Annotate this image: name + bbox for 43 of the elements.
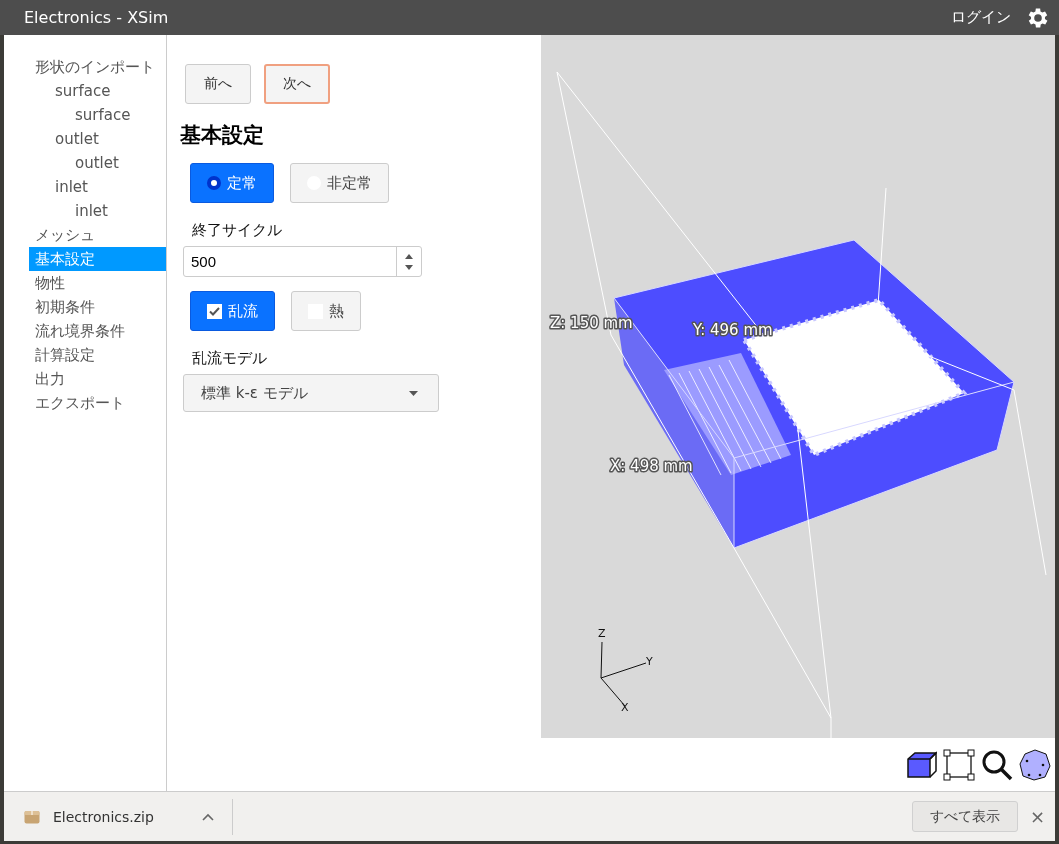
dimension-label: Z: 150 mm xyxy=(550,314,633,332)
nav-item[interactable]: 物性 xyxy=(29,271,166,295)
checkbox-button[interactable]: 乱流 xyxy=(190,291,275,331)
model-dropdown[interactable]: 標準 k-ε モデル xyxy=(183,374,439,412)
dimension-label: Y: 496 mm xyxy=(693,321,773,339)
nav-item[interactable]: surface xyxy=(29,79,166,103)
nav-item[interactable]: 形状のインポート xyxy=(29,55,166,79)
number-field[interactable]: 500 xyxy=(183,246,422,277)
nav-item[interactable]: エクスポート xyxy=(29,391,166,415)
check-icon xyxy=(209,306,220,316)
nav-item[interactable]: 流れ境界条件 xyxy=(29,319,166,343)
section-heading: 基本設定 xyxy=(180,122,265,149)
search-icon[interactable] xyxy=(981,748,1013,781)
download-file-name[interactable]: Electronics.zip xyxy=(53,808,202,825)
step-button[interactable]: 前へ xyxy=(185,64,251,104)
nav-item[interactable]: surface xyxy=(29,103,166,127)
bounding-box-icon[interactable] xyxy=(943,748,975,781)
nav-item[interactable]: outlet xyxy=(29,127,166,151)
nav-item[interactable]: 計算設定 xyxy=(29,343,166,367)
chevron-up-icon[interactable] xyxy=(202,812,214,821)
nav-item[interactable]: inlet xyxy=(29,175,166,199)
step-button[interactable]: 次へ xyxy=(264,64,330,104)
axis-label: Y xyxy=(646,655,653,668)
nav-item[interactable]: 初期条件 xyxy=(29,295,166,319)
window-title: Electronics - XSim xyxy=(24,8,170,27)
nav-item[interactable]: inlet xyxy=(29,199,166,223)
nav-item[interactable]: メッシュ xyxy=(29,223,166,247)
package-icon xyxy=(24,809,40,824)
cube-icon[interactable] xyxy=(907,750,937,779)
checkbox-button[interactable]: 熱 xyxy=(291,291,361,331)
axis-label: Z xyxy=(598,627,606,640)
caret-icon xyxy=(409,390,418,396)
radio-button[interactable]: 非定常 xyxy=(290,163,389,203)
login-link[interactable]: ログイン xyxy=(951,8,1011,27)
field-label: 終了サイクル xyxy=(192,221,283,240)
axis-label: X xyxy=(621,701,629,714)
radio-button[interactable]: 定常 xyxy=(190,163,274,203)
nav-item[interactable]: outlet xyxy=(29,151,166,175)
close-button[interactable]: × xyxy=(1029,806,1045,827)
nav-item[interactable]: 出力 xyxy=(29,367,166,391)
polyhedron-icon[interactable] xyxy=(1019,748,1051,781)
field-label: 乱流モデル xyxy=(192,349,268,368)
show-all-button[interactable]: すべて表示 xyxy=(911,801,1018,832)
